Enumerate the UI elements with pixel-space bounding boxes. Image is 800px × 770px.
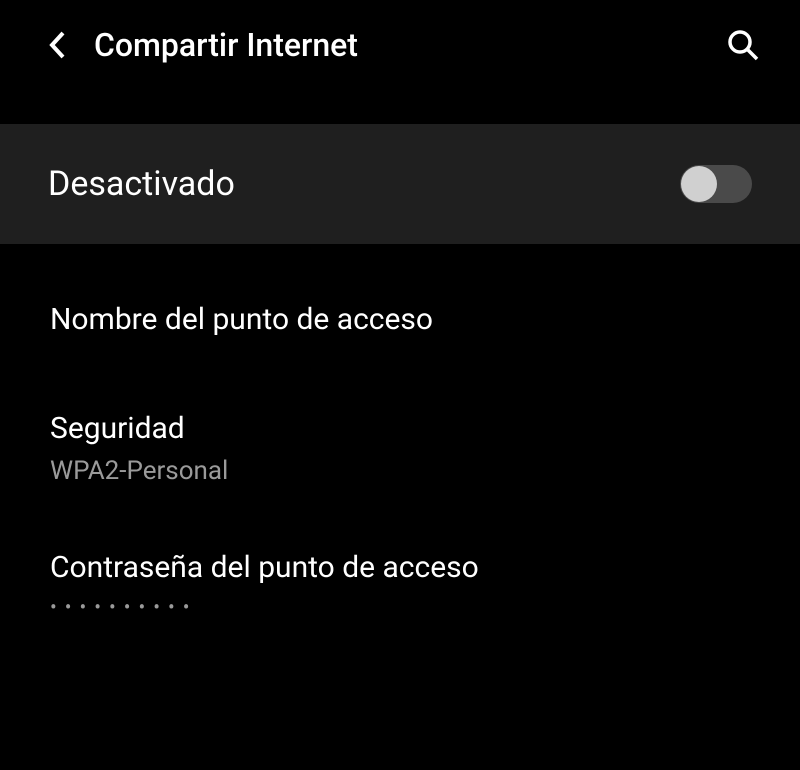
back-icon[interactable] <box>48 30 66 60</box>
setting-security-value: WPA2-Personal <box>50 456 750 486</box>
page-title: Compartir Internet <box>94 26 358 64</box>
setting-security[interactable]: Seguridad WPA2-Personal <box>50 367 750 506</box>
setting-password[interactable]: Contraseña del punto de acceso •••••••••… <box>50 506 750 639</box>
setting-password-title: Contraseña del punto de acceso <box>50 550 750 585</box>
search-icon[interactable] <box>726 28 760 62</box>
header: Compartir Internet <box>0 0 800 90</box>
toggle-knob <box>681 166 717 202</box>
setting-hotspot-name-title: Nombre del punto de acceso <box>50 302 750 337</box>
setting-hotspot-name[interactable]: Nombre del punto de acceso <box>50 244 750 367</box>
hotspot-toggle-row[interactable]: Desactivado <box>0 124 800 244</box>
hotspot-toggle-label: Desactivado <box>48 164 235 204</box>
setting-security-title: Seguridad <box>50 411 750 446</box>
settings-list: Nombre del punto de acceso Seguridad WPA… <box>0 244 800 639</box>
hotspot-toggle-switch[interactable] <box>680 165 752 203</box>
setting-password-masked: •••••••••• <box>50 595 750 619</box>
header-left: Compartir Internet <box>48 26 358 64</box>
